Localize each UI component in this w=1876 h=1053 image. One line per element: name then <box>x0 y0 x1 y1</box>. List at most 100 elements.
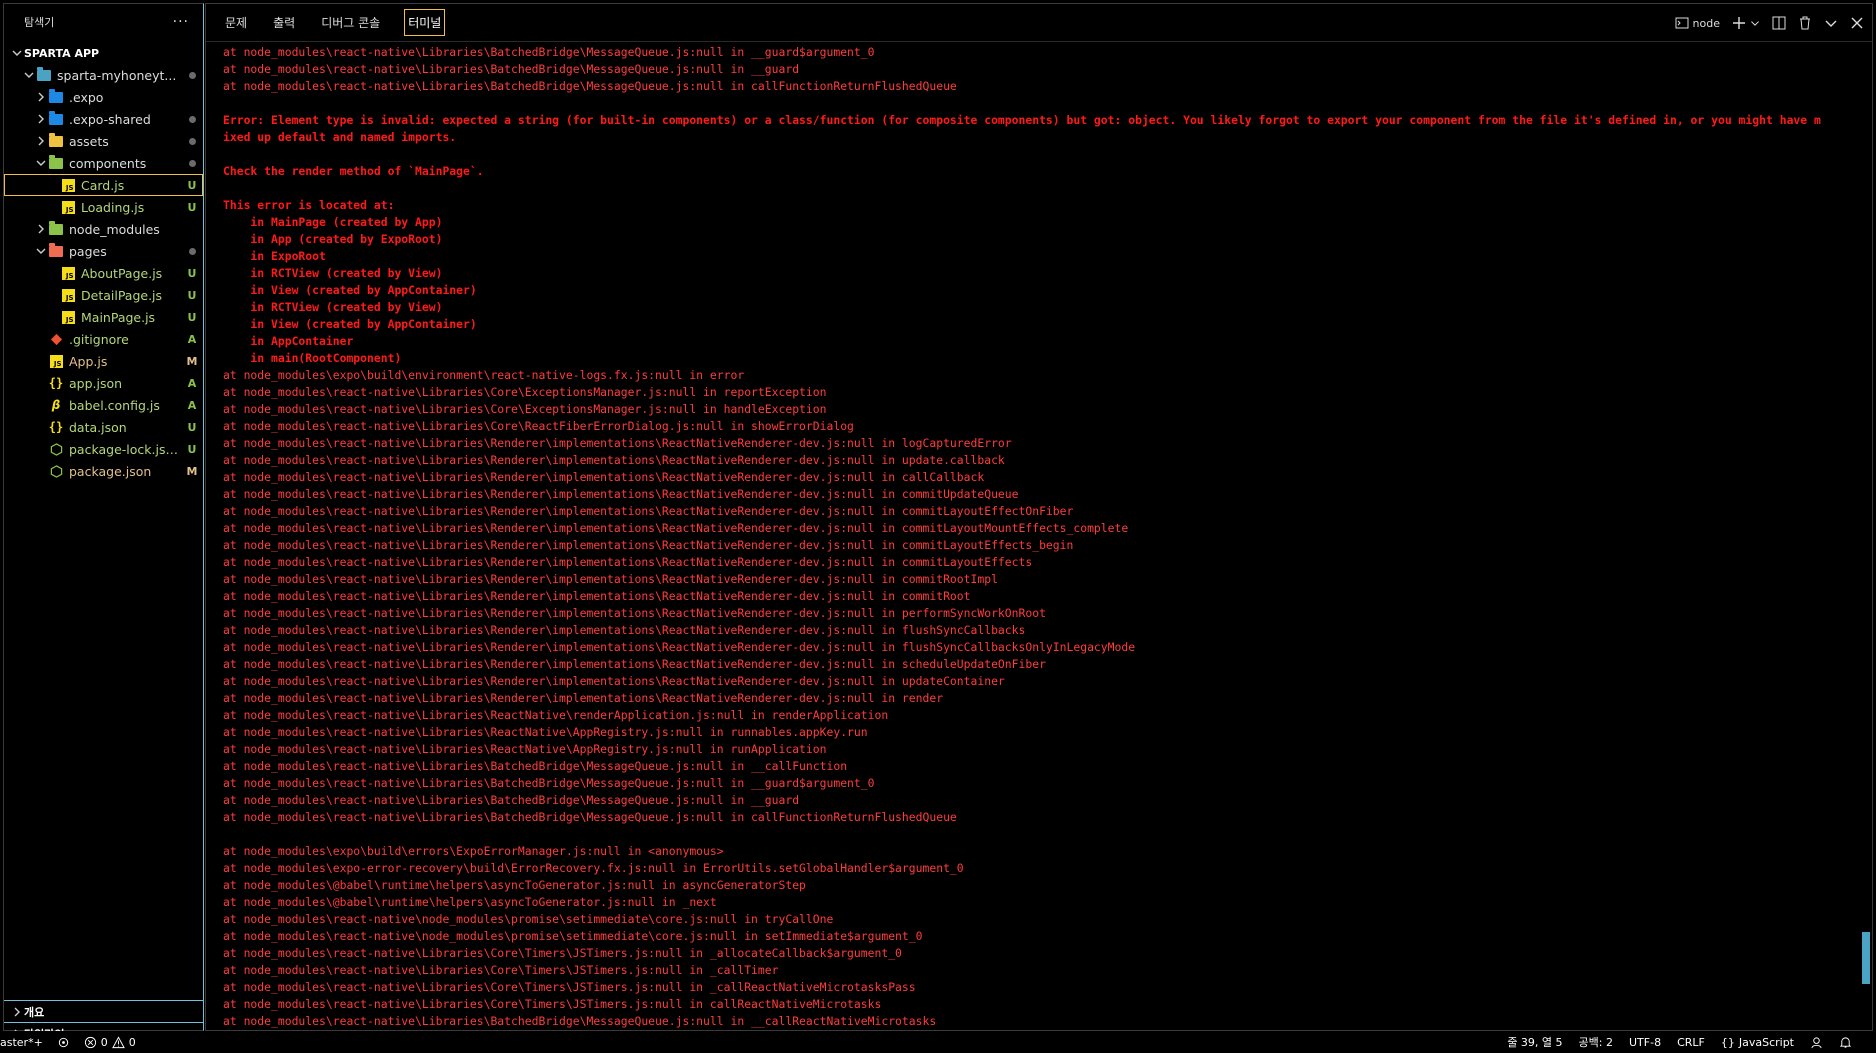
tree-item[interactable]: components <box>4 152 203 174</box>
terminal-error-line: ixed up default and named imports. <box>223 130 457 144</box>
chevron-right-icon <box>34 134 48 148</box>
tree-item[interactable]: .expo-shared <box>4 108 203 130</box>
terminal-stack-line: at node_modules\react-native\Libraries\R… <box>223 436 1012 450</box>
status-bar: aster*+ 0 0 줄 39, 열 5 공백: 2 UTF-8 CRLF {… <box>0 1031 1876 1053</box>
terminal-stack-line: at node_modules\react-native\Libraries\R… <box>223 555 1033 569</box>
tree-item[interactable]: .expo <box>4 86 203 108</box>
tree-item[interactable]: {} data.json U <box>4 416 203 438</box>
javascript-file-icon: JS <box>60 177 76 193</box>
error-icon <box>84 1036 96 1048</box>
tree-item[interactable]: pages <box>4 240 203 262</box>
terminal-stack-line: at node_modules\react-native\Libraries\C… <box>223 980 916 994</box>
terminal-error-line: Error: Element type is invalid: expected… <box>223 113 1821 127</box>
terminal-output[interactable]: at node_modules\react-native\Libraries\B… <box>223 44 1860 1030</box>
workspace-root[interactable]: SPARTA APP <box>4 42 203 64</box>
tab-problems[interactable]: 문제 <box>223 10 249 35</box>
tree-item-label: .gitignore <box>69 331 129 347</box>
terminal-stack-line: at node_modules\@babel\runtime\helpers\a… <box>223 895 717 909</box>
tree-item-label: package-lock.json <box>69 441 181 457</box>
chevron-down-icon <box>34 156 48 170</box>
end-of-line[interactable]: CRLF <box>1677 1036 1705 1049</box>
warning-count: 0 <box>128 1035 136 1049</box>
split-terminal-icon[interactable] <box>1772 16 1786 30</box>
terminal-stack-line: at node_modules\react-native\node_module… <box>223 912 834 926</box>
terminal-select[interactable]: node <box>1675 16 1720 30</box>
indentation[interactable]: 공백: 2 <box>1579 1034 1613 1050</box>
tree-item[interactable]: package-lock.json U <box>4 438 203 460</box>
explorer-sidebar: 탐색기 ··· SPARTA APP sparta-myhoneyt... .ex… <box>3 3 204 1041</box>
terminal-stack-line: at node_modules\react-native\Libraries\B… <box>223 776 875 790</box>
language-mode[interactable]: {} JavaScript <box>1721 1036 1794 1049</box>
tree-item[interactable]: .gitignore A <box>4 328 203 350</box>
branch-indicator[interactable]: aster*+ <box>0 1036 43 1049</box>
tree-item[interactable]: β babel.config.js A <box>4 394 203 416</box>
terminal-stack-line: at node_modules\react-native\Libraries\R… <box>223 504 1074 518</box>
git-status-badge: U <box>187 200 197 214</box>
terminal-stack-line: at node_modules\react-native\Libraries\C… <box>223 385 827 399</box>
npm-file-icon <box>48 441 64 457</box>
terminal-error-line: in MainPage (created by App) <box>223 215 443 229</box>
git-status-badge: U <box>187 420 197 434</box>
tree-item[interactable]: JS App.js M <box>4 350 203 372</box>
terminal-scrollbar[interactable] <box>1862 932 1870 984</box>
file-encoding[interactable]: UTF-8 <box>1629 1036 1661 1049</box>
terminal-stack-line: at node_modules\react-native\Libraries\R… <box>223 742 827 756</box>
problems-indicator[interactable]: 0 0 <box>84 1036 136 1049</box>
tree-item[interactable]: JS Loading.js U <box>4 196 203 218</box>
tree-item[interactable]: assets <box>4 130 203 152</box>
git-status-badge: U <box>187 288 197 302</box>
terminal-stack-line: at node_modules\react-native\Libraries\R… <box>223 538 1074 552</box>
terminal-stack-line: at node_modules\react-native\Libraries\R… <box>223 572 998 586</box>
terminal-error-line: in RCTView (created by View) <box>223 266 443 280</box>
feedback-icon[interactable] <box>1810 1036 1823 1049</box>
terminal-stack-line: at node_modules\react-native\Libraries\C… <box>223 963 779 977</box>
tree-item[interactable]: {} app.json A <box>4 372 203 394</box>
terminal-stack-line: at node_modules\react-native\Libraries\R… <box>223 725 868 739</box>
terminal-stack-line: at node_modules\react-native\Libraries\R… <box>223 487 1019 501</box>
bell-icon[interactable] <box>1839 1036 1852 1049</box>
chevron-up-icon[interactable] <box>1824 16 1838 30</box>
trash-icon[interactable] <box>1798 16 1812 30</box>
sync-icon[interactable] <box>57 1036 70 1049</box>
terminal-error-line: in App (created by ExpoRoot) <box>223 232 443 246</box>
tree-item-label: .expo <box>69 89 104 105</box>
tree-item[interactable]: sparta-myhoneyt... <box>4 64 203 86</box>
git-status-badge: M <box>186 354 198 368</box>
chevron-right-icon <box>34 90 48 104</box>
outline-section[interactable]: 개요 <box>4 1000 203 1022</box>
tree-item-label: data.json <box>69 419 127 435</box>
chevron-right-icon <box>10 1005 24 1019</box>
shell-name: node <box>1692 16 1720 30</box>
folder-icon <box>48 220 64 237</box>
git-file-icon <box>48 331 64 347</box>
terminal-stack-line: at node_modules\react-native\Libraries\R… <box>223 606 1046 620</box>
tree-item[interactable]: node_modules <box>4 218 203 240</box>
more-actions-icon[interactable]: ··· <box>173 14 189 30</box>
tree-item[interactable]: JS Card.js U <box>4 174 203 196</box>
tab-terminal[interactable]: 터미널 <box>404 9 446 36</box>
tree-item[interactable]: JS MainPage.js U <box>4 306 203 328</box>
folder-icon <box>48 242 64 259</box>
new-terminal-button[interactable] <box>1732 16 1760 30</box>
close-icon[interactable] <box>1850 16 1864 30</box>
tree-item-label: DetailPage.js <box>81 287 163 303</box>
tree-item[interactable]: package.json M <box>4 460 203 482</box>
cursor-position[interactable]: 줄 39, 열 5 <box>1507 1034 1562 1050</box>
tab-debug-console[interactable]: 디버그 콘솔 <box>319 10 382 35</box>
babel-file-icon: β <box>51 398 61 412</box>
javascript-file-icon: JS <box>60 265 76 281</box>
tree-item[interactable]: JS DetailPage.js U <box>4 284 203 306</box>
error-count: 0 <box>100 1035 108 1049</box>
branch-name: aster*+ <box>0 1035 43 1049</box>
tab-output[interactable]: 출력 <box>271 10 297 35</box>
tree-item[interactable]: JS AboutPage.js U <box>4 262 203 284</box>
npm-file-icon <box>48 463 64 479</box>
